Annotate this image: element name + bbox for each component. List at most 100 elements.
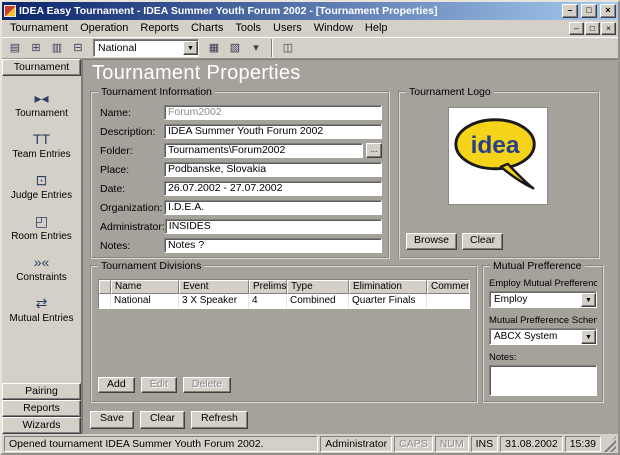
sidebar-item-tournament[interactable]: ▸◂ Tournament (2, 88, 81, 120)
notes-label: Notes: (100, 239, 131, 252)
employ-mutual-preference-combo[interactable]: Employ ▼ (489, 291, 597, 308)
browse-button[interactable]: Browse (406, 233, 458, 250)
mutual-entries-icon: ⇄ (35, 295, 48, 311)
sidebar-section-reports[interactable]: Reports (2, 400, 81, 417)
room-entries-icon: ◰ (34, 213, 49, 229)
refresh-button[interactable]: Refresh (191, 411, 248, 429)
sidebar-section-pairing[interactable]: Pairing (2, 383, 81, 400)
chevron-down-icon[interactable]: ▼ (183, 41, 198, 55)
column-header-comment[interactable]: Comment (427, 280, 469, 294)
toolbar-button-6[interactable]: ▧ (225, 38, 245, 58)
sidebar-section-tournament[interactable]: Tournament (2, 59, 81, 76)
folder-field[interactable]: Tournaments\Forum2002 (164, 143, 363, 158)
toolbar-button-5[interactable]: ▦ (204, 38, 224, 58)
logo-clear-button[interactable]: Clear (462, 233, 504, 250)
sidebar-item-judge-entries[interactable]: ⊡ Judge Entries (2, 170, 81, 202)
name-field[interactable]: Forum2002 (164, 105, 382, 120)
add-division-button[interactable]: Add (98, 377, 135, 393)
status-num-indicator: NUM (434, 436, 469, 452)
notes-field[interactable]: Notes ? (164, 238, 382, 253)
toolbar-dropdown-icon: ▾ (253, 42, 259, 54)
cell-event: 3 X Speaker (179, 294, 249, 308)
minimize-button[interactable]: – (562, 4, 578, 18)
toolbar-button-3[interactable]: ▥ (47, 38, 67, 58)
tournament-logo-image: idea (448, 107, 548, 205)
toolbar: ▤ ⊞ ▥ ⊟ National ▼ ▦ ▧ ▾ ◫ (2, 37, 618, 59)
idea-logo-icon: idea (454, 118, 536, 190)
column-header-name[interactable]: Name (111, 280, 179, 294)
mdi-close-button[interactable]: × (601, 22, 616, 35)
folder-label: Folder: (100, 144, 133, 157)
close-button[interactable]: × (600, 4, 616, 18)
sidebar-item-team-entries[interactable]: TT Team Entries (2, 129, 81, 161)
tournament-information-group: Tournament Information Name: Forum2002 D… (90, 86, 390, 259)
cell-type: Combined (287, 294, 349, 308)
cell-name: National (111, 294, 179, 308)
status-ins-indicator: INS (470, 436, 499, 452)
status-message: Opened tournament IDEA Summer Youth Foru… (4, 436, 319, 452)
employ-combo-value: Employ (494, 294, 528, 305)
menu-window[interactable]: Window (308, 20, 359, 37)
column-header-elimination[interactable]: Elimination (349, 280, 427, 294)
edit-division-button[interactable]: Edit (140, 377, 177, 393)
sidebar-item-label: Room Entries (11, 231, 72, 242)
chevron-down-icon[interactable]: ▼ (581, 292, 596, 307)
sidebar-item-room-entries[interactable]: ◰ Room Entries (2, 211, 81, 243)
resize-grip[interactable] (603, 436, 616, 452)
team-entries-icon: TT (32, 131, 51, 147)
division-combo[interactable]: National ▼ (93, 39, 199, 57)
toolbar-dropdown-button[interactable]: ▾ (246, 38, 266, 58)
toolbar-icon-5: ▦ (208, 42, 220, 54)
column-header-event[interactable]: Event (179, 280, 249, 294)
column-header-prelims[interactable]: Prelims (249, 280, 287, 294)
sidebar-item-mutual-entries[interactable]: ⇄ Mutual Entries (2, 293, 81, 325)
organization-field[interactable]: I.D.E.A. (164, 200, 382, 215)
chevron-down-icon[interactable]: ▼ (581, 329, 596, 344)
date-field[interactable]: 26.07.2002 - 27.07.2002 (164, 181, 382, 196)
column-header-type[interactable]: Type (287, 280, 349, 294)
divisions-table: Name Event Prelims Type Elimination Comm… (98, 279, 470, 309)
save-button[interactable]: Save (90, 411, 134, 429)
sidebar-item-constraints[interactable]: »« Constraints (2, 252, 81, 284)
mutual-preference-scheme-combo[interactable]: ABCX System ▼ (489, 328, 597, 345)
mdi-minimize-button[interactable]: – (569, 22, 584, 35)
toolbar-separator (271, 39, 273, 57)
sidebar-item-label: Team Entries (12, 149, 71, 160)
sidebar-item-label: Constraints (16, 272, 67, 283)
toolbar-button-2[interactable]: ⊞ (26, 38, 46, 58)
menu-reports[interactable]: Reports (134, 20, 185, 37)
administrator-field[interactable]: INSIDES (164, 219, 382, 234)
description-field[interactable]: IDEA Summer Youth Forum 2002 (164, 124, 382, 139)
menu-tournament[interactable]: Tournament (4, 20, 74, 37)
titlebar: IDEA Easy Tournament - IDEA Summer Youth… (2, 2, 618, 20)
date-label: Date: (100, 182, 126, 195)
mutual-notes-field[interactable] (489, 365, 597, 396)
maximize-button[interactable]: □ (581, 4, 597, 18)
division-row[interactable]: National 3 X Speaker 4 Combined Quarter … (99, 294, 469, 308)
division-combo-value: National (98, 42, 137, 54)
mdi-restore-button[interactable]: □ (585, 22, 600, 35)
menu-users[interactable]: Users (267, 20, 308, 37)
delete-division-button[interactable]: Delete (182, 377, 232, 393)
sidebar-section-wizards[interactable]: Wizards (2, 417, 81, 434)
toolbar-button-7[interactable]: ◫ (278, 38, 298, 58)
mutual-preference-scheme-label: Mutual Prefference Scheme: (489, 315, 597, 326)
status-time: 15:39 (564, 436, 601, 452)
folder-browse-button[interactable]: ... (366, 143, 382, 158)
status-caps-indicator: CAPS (394, 436, 433, 452)
toolbar-icon-7: ◫ (282, 42, 294, 54)
clear-button[interactable]: Clear (139, 411, 186, 429)
status-user: Administrator (320, 436, 393, 452)
mdi-minimize-icon: – (574, 23, 579, 33)
menu-charts[interactable]: Charts (185, 20, 229, 37)
place-field[interactable]: Podbanske, Slovakia (164, 162, 382, 177)
action-buttons: Save Clear Refresh (90, 411, 248, 429)
row-gutter-cell (99, 294, 111, 308)
toolbar-button-1[interactable]: ▤ (5, 38, 25, 58)
menu-help[interactable]: Help (359, 20, 394, 37)
menu-operation[interactable]: Operation (74, 20, 134, 37)
scheme-combo-value: ABCX System (494, 331, 558, 342)
toolbar-icon-3: ▥ (51, 42, 63, 54)
menu-tools[interactable]: Tools (229, 20, 267, 37)
toolbar-button-4[interactable]: ⊟ (68, 38, 88, 58)
